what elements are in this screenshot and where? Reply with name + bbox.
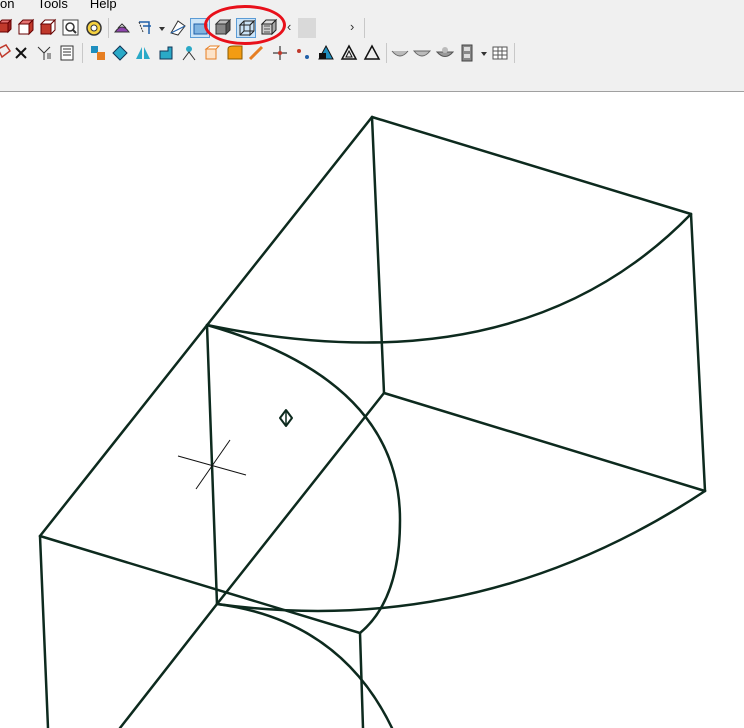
model-edge: [370, 115, 386, 395]
model-edge: [118, 602, 219, 728]
model-edge: [38, 534, 50, 728]
model-viewport[interactable]: [0, 92, 744, 728]
model-edge: [382, 391, 707, 493]
model-edge: [38, 534, 362, 635]
model-edge: [215, 391, 386, 606]
model-arc-middle: [205, 323, 402, 635]
model-edge: [689, 212, 707, 493]
model-arc-bottom: [215, 489, 707, 613]
model-edge: [370, 115, 693, 216]
wireframe-model: [38, 115, 707, 728]
model-arc-lower: [215, 602, 394, 728]
